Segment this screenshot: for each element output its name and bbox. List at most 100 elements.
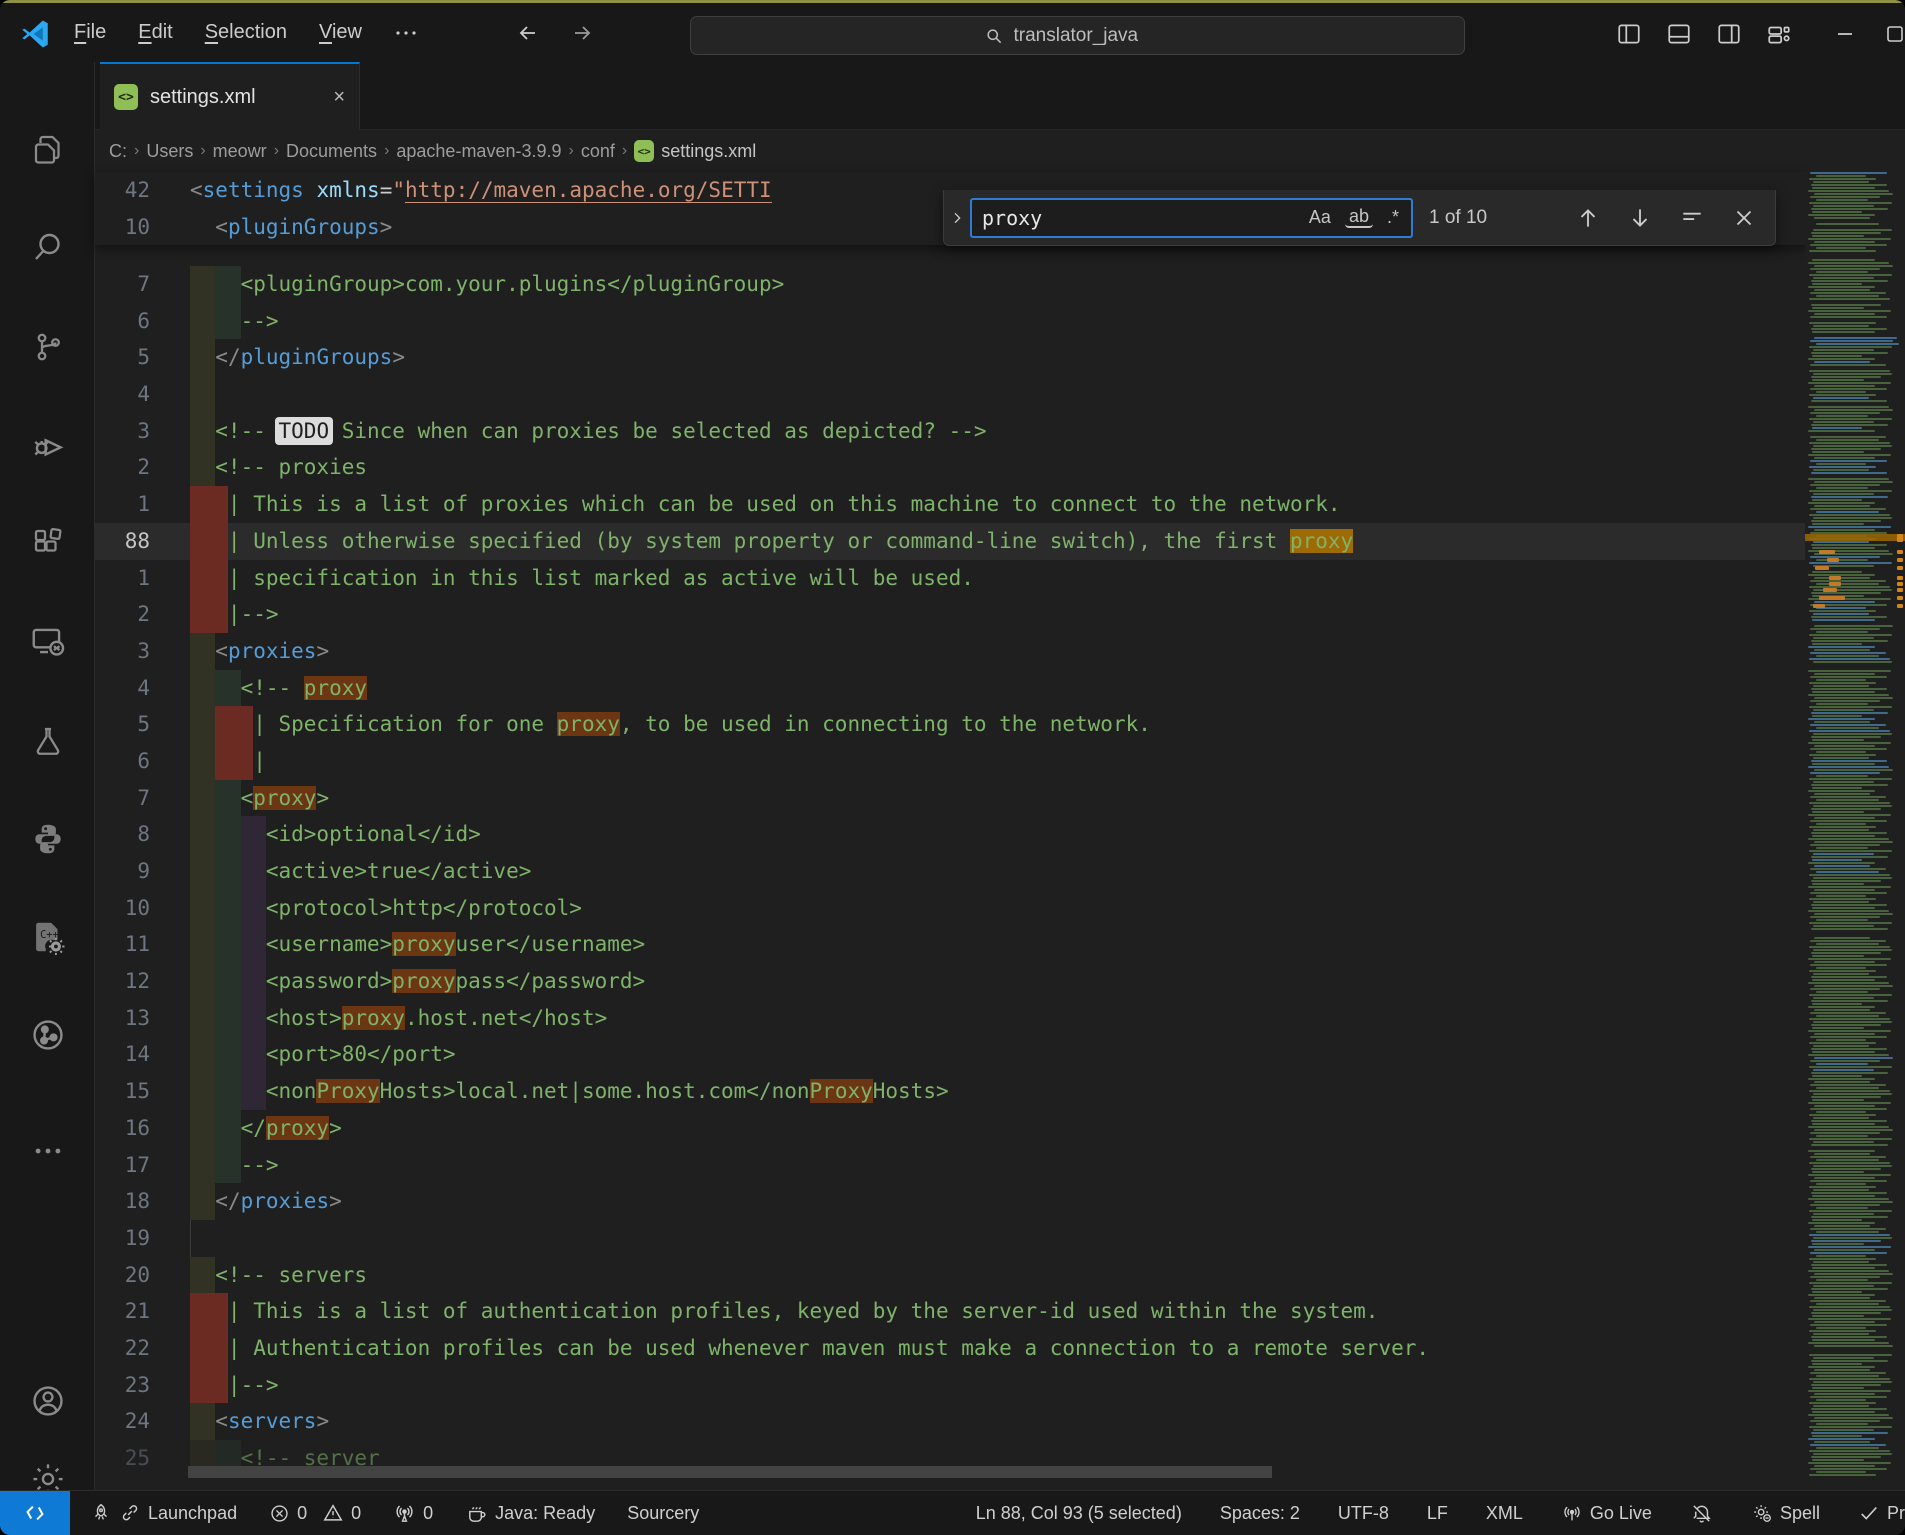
python-icon[interactable] [0,800,95,878]
code-line[interactable]: 1 | specification in this list marked as… [95,560,1905,597]
line-number[interactable]: 9 [95,853,150,890]
line-number[interactable]: 12 [95,963,150,1000]
code-line[interactable]: 3 <!-- TODO Since when can proxies be se… [95,413,1905,450]
line-number[interactable]: 24 [95,1403,150,1440]
encoding-item[interactable]: UTF-8 [1334,1503,1393,1524]
line-number[interactable]: 22 [95,1330,150,1367]
breadcrumb-file[interactable]: settings.xml [661,141,756,162]
line-number[interactable]: 8 [95,816,150,853]
code-line[interactable]: 2 |--> [95,596,1905,633]
language-mode-item[interactable]: XML [1482,1503,1527,1524]
code-line[interactable]: 15 <nonProxyHosts>local.net|some.host.co… [95,1073,1905,1110]
line-number[interactable]: 10 [95,209,150,246]
minimap[interactable] [1805,172,1905,1490]
eol-item[interactable]: LF [1423,1503,1452,1524]
line-number[interactable]: 20 [95,1257,150,1294]
testing-icon[interactable] [0,702,95,780]
menu-edit[interactable]: Edit [126,15,184,50]
code-line[interactable]: 6 | [95,743,1905,780]
code-line[interactable]: 14 <port>80</port> [95,1036,1905,1073]
find-input-box[interactable]: Aa ab .* [970,198,1413,238]
customize-layout-icon[interactable] [1759,16,1799,52]
line-number[interactable]: 7 [95,780,150,817]
code-line[interactable]: 18 </proxies> [95,1183,1905,1220]
code-line[interactable]: 24 <servers> [95,1403,1905,1440]
menu-view[interactable]: View [307,15,374,50]
line-number[interactable]: 23 [95,1367,150,1404]
forward-arrow-icon[interactable] [562,15,602,51]
line-number[interactable]: 19 [95,1220,150,1257]
remote-explorer-icon[interactable] [0,602,95,680]
breadcrumb-segment[interactable]: Users [146,141,193,162]
line-number[interactable]: 18 [95,1183,150,1220]
code-line[interactable]: 6 --> [95,303,1905,340]
line-number[interactable]: 88 [95,523,150,560]
code-line[interactable]: 17 --> [95,1147,1905,1184]
problems-item[interactable]: 0 0 [265,1502,365,1524]
back-arrow-icon[interactable] [508,15,548,51]
find-in-selection-icon[interactable] [1673,199,1711,237]
spell-checker-item[interactable]: Spell [1747,1502,1824,1524]
line-number[interactable]: 25 [95,1440,150,1477]
previous-match-icon[interactable] [1569,199,1607,237]
ports-item[interactable]: 0 [389,1502,437,1525]
code-line[interactable]: 5 </pluginGroups> [95,339,1905,376]
indentation-item[interactable]: Spaces: 2 [1216,1503,1304,1524]
extensions-icon[interactable] [0,504,95,582]
go-live-item[interactable]: Go Live [1557,1502,1656,1524]
code-line[interactable]: 1 | This is a list of proxies which can … [95,486,1905,523]
line-number[interactable]: 2 [95,596,150,633]
breadcrumb-segment[interactable]: conf [581,141,615,162]
line-number[interactable]: 7 [95,266,150,303]
search-view-icon[interactable] [0,208,95,286]
line-number[interactable]: 2 [95,449,150,486]
code-line[interactable]: 19 [95,1220,1905,1257]
prettier-item[interactable]: Pre [1854,1502,1905,1524]
line-number[interactable]: 6 [95,743,150,780]
line-number[interactable]: 14 [95,1036,150,1073]
line-number[interactable]: 3 [95,413,150,450]
horizontal-scrollbar[interactable] [188,1466,1272,1478]
code-line[interactable]: 13 <host>proxy.host.net</host> [95,1000,1905,1037]
toggle-secondary-sidebar-icon[interactable] [1709,16,1749,52]
tab-settings-xml[interactable]: <> settings.xml × [100,62,360,130]
sourcery-item[interactable]: Sourcery [623,1503,703,1524]
gitlens-icon[interactable] [0,996,95,1074]
next-match-icon[interactable] [1621,199,1659,237]
line-number[interactable]: 15 [95,1073,150,1110]
regex-icon[interactable]: .* [1383,205,1403,230]
breadcrumb-segment[interactable]: Documents [286,141,377,162]
whole-word-icon[interactable]: ab [1345,207,1373,228]
code-line[interactable]: 20 <!-- servers [95,1257,1905,1294]
code-line[interactable]: 23 |--> [95,1367,1905,1404]
line-number[interactable]: 4 [95,670,150,707]
line-number[interactable]: 16 [95,1110,150,1147]
code-line[interactable]: 11 <username>proxyuser</username> [95,926,1905,963]
toggle-panel-icon[interactable] [1659,16,1699,52]
code-line[interactable]: 7 <proxy> [95,780,1905,817]
breadcrumb-segment[interactable]: C: [109,141,127,162]
line-number[interactable]: 17 [95,1147,150,1184]
code-line[interactable]: 4 <!-- proxy [95,670,1905,707]
code-line[interactable]: 21 | This is a list of authentication pr… [95,1293,1905,1330]
cpp-tools-icon[interactable]: C++ [0,898,95,976]
code-line[interactable]: 16 </proxy> [95,1110,1905,1147]
source-control-icon[interactable] [0,308,95,386]
line-number[interactable]: 6 [95,303,150,340]
breadcrumb-segment[interactable]: apache-maven-3.9.9 [396,141,561,162]
breadcrumb-segment[interactable]: meowr [213,141,267,162]
line-number[interactable]: 5 [95,706,150,743]
code-line[interactable]: 12 <password>proxypass</password> [95,963,1905,1000]
close-find-icon[interactable] [1725,199,1763,237]
code-line[interactable]: 2 <!-- proxies [95,449,1905,486]
line-number[interactable]: 42 [95,172,150,209]
code-line[interactable]: 22 | Authentication profiles can be used… [95,1330,1905,1367]
run-debug-icon[interactable] [0,406,95,484]
launchpad-item[interactable]: Launchpad [86,1502,241,1524]
account-icon[interactable] [0,1362,95,1440]
match-case-icon[interactable]: Aa [1305,205,1335,230]
line-number[interactable]: 21 [95,1293,150,1330]
code-line[interactable]: 4 [95,376,1905,413]
minimize-window-icon[interactable] [1825,16,1865,52]
more-views-icon[interactable] [0,1112,95,1190]
